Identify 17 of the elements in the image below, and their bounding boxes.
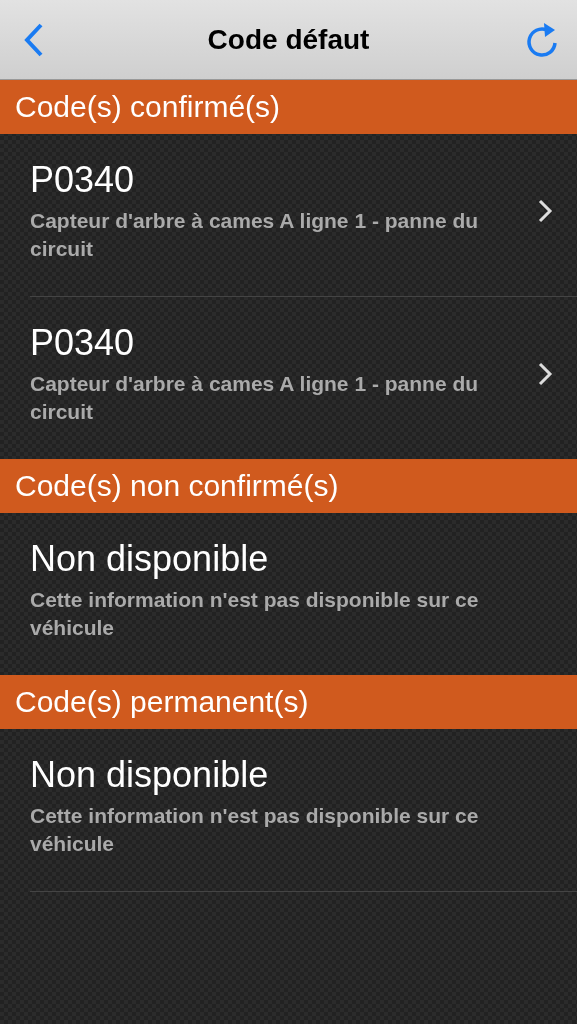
code-description: Capteur d'arbre à cames A ligne 1 - panne du circuit xyxy=(30,208,480,262)
code-description: Cette information n'est pas disponible sur ce véhicule xyxy=(30,587,480,641)
code-title: P0340 xyxy=(30,322,136,364)
code-description: Capteur d'arbre à cames A ligne 1 - panne du circuit xyxy=(30,371,480,425)
code-title: Non disponible xyxy=(30,538,270,580)
window-title: Code défaut xyxy=(207,23,370,56)
code-description: Cette information n'est pas disponible sur ce véhicule xyxy=(30,803,480,857)
code-title: Non disponible xyxy=(30,754,270,796)
back-icon xyxy=(23,21,45,58)
section-header: Code(s) permanent(s) xyxy=(0,675,577,729)
chevron-icon xyxy=(537,361,553,387)
code-row[interactable]: P0340 Capteur d'arbre à cames A ligne 1 - panne du circuit xyxy=(0,134,577,296)
code-title: P0340 xyxy=(30,159,136,201)
section-header: Code(s) confirmé(s) xyxy=(0,80,577,134)
chevron-icon xyxy=(537,198,553,224)
section-header: Code(s) non confirmé(s) xyxy=(0,459,577,513)
code-row[interactable]: P0340 Capteur d'arbre à cames A ligne 1 - panne du circuit xyxy=(0,297,577,459)
